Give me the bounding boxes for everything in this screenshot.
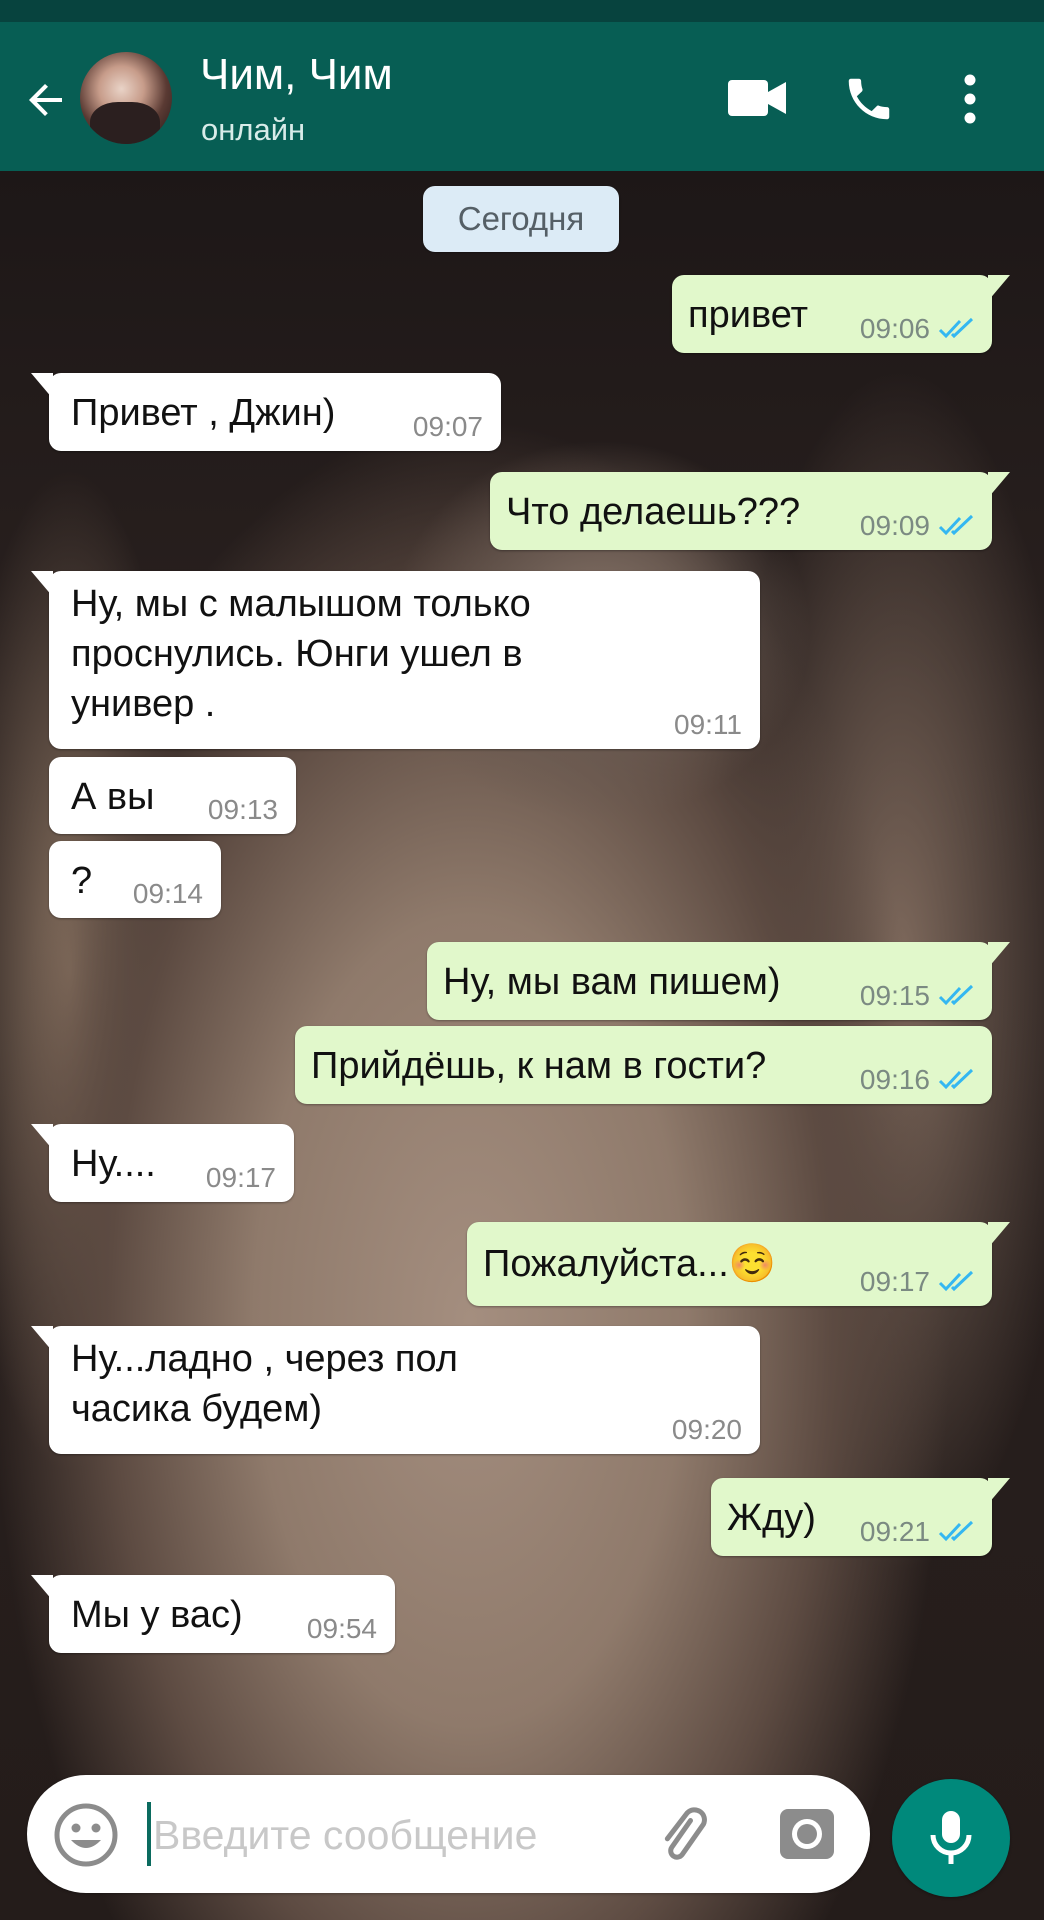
message-text: Пожалуйста...☺️ xyxy=(483,1243,777,1285)
message-composer xyxy=(27,1775,870,1895)
video-call-icon[interactable] xyxy=(728,78,788,118)
message-time: 09:06 xyxy=(859,313,930,344)
message-time: 09:13 xyxy=(207,794,278,825)
mic-button[interactable] xyxy=(892,1779,1010,1897)
double-check-icon xyxy=(938,1520,974,1542)
message-time: 09:15 xyxy=(859,980,930,1011)
double-check-icon xyxy=(938,317,974,339)
message-bubble-incoming[interactable]: ? 09:14 xyxy=(49,841,221,918)
message-text: Прийдёшь, к нам в гости? xyxy=(311,1045,767,1087)
double-check-icon xyxy=(938,514,974,536)
message-time: 09:09 xyxy=(859,510,930,541)
message-bubble-incoming[interactable]: Ну, мы с малышом только проснулись. Юнги… xyxy=(31,571,760,749)
chat-header: Чим, Чим онлайн xyxy=(0,22,1044,171)
message-time: 09:17 xyxy=(205,1162,276,1193)
message-text: Привет , Джин) xyxy=(71,392,336,434)
status-bar xyxy=(0,0,1044,22)
attach-icon[interactable] xyxy=(657,1805,721,1865)
message-bubble-outgoing[interactable]: привет 09:06 xyxy=(672,275,1010,353)
message-bubble-outgoing[interactable]: Пожалуйста...☺️ 09:17 xyxy=(467,1222,1010,1306)
message-time: 09:21 xyxy=(859,1516,930,1547)
message-bubble-outgoing[interactable]: Прийдёшь, к нам в гости? 09:16 xyxy=(295,1026,992,1104)
phone-icon[interactable] xyxy=(842,72,896,126)
message-text: Ну...ладно , через пол часика будем) xyxy=(71,1338,458,1430)
message-time: 09:14 xyxy=(132,878,203,909)
date-chip: Сегодня xyxy=(423,186,619,252)
camera-icon[interactable] xyxy=(778,1807,836,1861)
more-vert-icon[interactable] xyxy=(960,72,980,126)
message-time: 09:54 xyxy=(306,1613,377,1644)
message-text: Что делаешь??? xyxy=(506,491,801,533)
message-text: ? xyxy=(71,860,93,902)
message-time: 09:16 xyxy=(859,1064,930,1095)
message-bubble-incoming[interactable]: Ну...ладно , через пол часика будем) 09:… xyxy=(31,1326,760,1454)
double-check-icon xyxy=(938,1068,974,1090)
message-input[interactable] xyxy=(151,1775,635,1895)
message-bubble-incoming[interactable]: Мы у вас) 09:54 xyxy=(31,1575,395,1653)
double-check-icon xyxy=(938,984,974,1006)
message-bubble-incoming[interactable]: Привет , Джин) 09:07 xyxy=(31,373,501,451)
message-text: привет xyxy=(688,294,808,336)
contact-status: онлайн xyxy=(201,112,306,147)
message-text: Ну.... xyxy=(71,1143,156,1185)
message-bubble-incoming[interactable]: Ну.... 09:17 xyxy=(31,1124,294,1202)
message-time: 09:07 xyxy=(412,411,483,442)
emoji-icon[interactable] xyxy=(53,1802,119,1868)
message-text: Ну, мы с малышом только проснулись. Юнги… xyxy=(71,583,531,725)
message-text: А вы xyxy=(71,776,155,818)
message-time: 09:11 xyxy=(674,709,742,740)
message-bubble-outgoing[interactable]: Что делаешь??? 09:09 xyxy=(490,472,1010,550)
message-text: Жду) xyxy=(727,1497,816,1539)
contact-name[interactable]: Чим, Чим xyxy=(200,50,393,100)
back-arrow-icon[interactable] xyxy=(22,76,70,124)
message-bubble-outgoing[interactable]: Жду) 09:21 xyxy=(711,1478,1010,1556)
double-check-icon xyxy=(938,1270,974,1292)
message-bubble-outgoing[interactable]: Ну, мы вам пишем) 09:15 xyxy=(427,942,1010,1020)
avatar[interactable] xyxy=(80,52,172,144)
message-time: 09:20 xyxy=(671,1414,742,1445)
message-time: 09:17 xyxy=(859,1266,930,1297)
mic-icon xyxy=(930,1811,972,1864)
message-text: Мы у вас) xyxy=(71,1594,243,1636)
message-text: Ну, мы вам пишем) xyxy=(443,961,781,1003)
message-bubble-incoming[interactable]: А вы 09:13 xyxy=(49,757,296,834)
